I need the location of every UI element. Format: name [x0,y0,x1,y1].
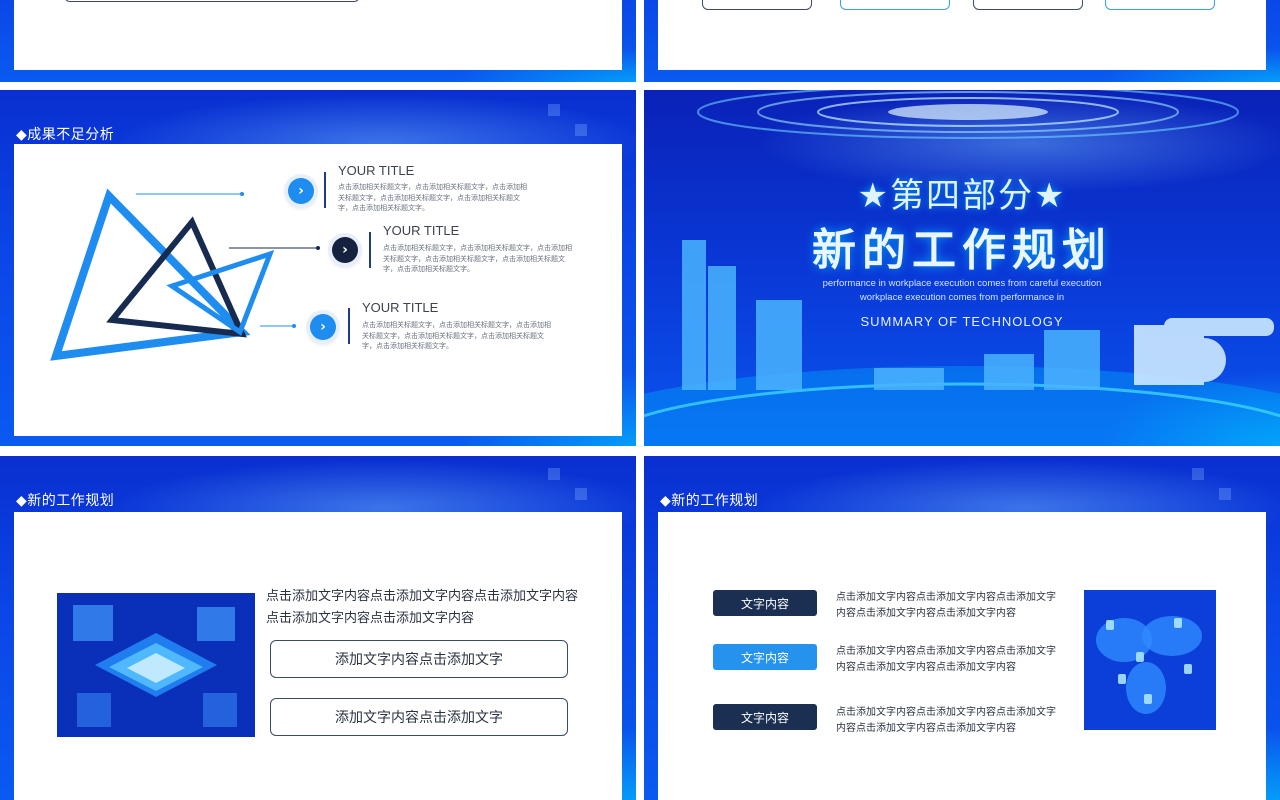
outline-button [1105,0,1215,10]
cover-title: 新的工作规划 [812,225,1112,276]
slide-thumbnail-6[interactable]: ◆新的工作规划 文字内容 点击添加文字内容点击添加文字内容点击添加文字 内容点击… [644,456,1280,800]
slide-thumbnail-5[interactable]: ◆新的工作规划 点击添加文字内容点击添加文字内容点击添加文字内容 点击添加文字内… [0,456,636,800]
row-label-pill: 文字内容 [713,704,817,730]
world-map-image [1084,590,1216,730]
row-text: 点击添加文字内容点击添加文字内容点击添加文字 内容点击添加文字内容点击添加文字内… [836,590,1076,622]
text-box-2: 添加文字内容点击添加文字 [270,698,568,736]
outline-button [702,0,812,10]
decor-square [575,488,587,500]
row-text: 点击添加文字内容点击添加文字内容点击添加文字 内容点击添加文字内容点击添加文字内… [836,705,1076,737]
row-text-line: 内容点击添加文字内容点击添加文字内容 [836,662,1016,673]
section-kicker: ★第四部分★ [857,176,1067,216]
isometric-tech-image [57,593,255,737]
divider [369,232,371,268]
decor-square [548,104,560,116]
section-title: ◆新的工作规划 [16,493,115,509]
cover-subtitle-line1: performance in workplace execution comes… [822,278,1102,289]
outline-button [840,0,950,10]
body-text-line2: 点击添加文字内容点击添加文字内容 [266,611,475,626]
content-panel [658,0,1266,70]
divider [324,172,326,208]
row-text-line: 点击添加文字内容点击添加文字内容点击添加文字 [836,646,1056,657]
row-label-pill: 文字内容 [713,644,817,670]
divider [348,308,350,344]
chevron-right-icon: › [288,178,314,204]
row-text: 点击添加文字内容点击添加文字内容点击添加文字 内容点击添加文字内容点击添加文字内… [836,644,1076,676]
item-title: YOUR TITLE [362,300,439,315]
item-text: 点击添加相关标题文字，点击添加相关标题文字，点击添加相关标题文字，点击添加相关标… [383,244,572,273]
body-text-line1: 点击添加文字内容点击添加文字内容点击添加文字内容 [266,589,579,604]
row-text-line: 点击添加文字内容点击添加文字内容点击添加文字 [836,592,1056,603]
decor-square [548,468,560,480]
chevron-right-icon: › [310,314,336,340]
item-title: YOUR TITLE [338,163,415,178]
cover-summary: SUMMARY OF TECHNOLOGY [860,314,1064,329]
cover-subtitle-line2: workplace execution comes from performan… [859,292,1065,303]
row-label-pill: 文字内容 [713,590,817,616]
chevron-right-icon: › [332,237,358,263]
outline-button [973,0,1083,10]
decor-square [575,124,587,136]
content-panel: › YOUR TITLE 点击添加相关标题文字，点击添加相关标题文字，点击添加相… [14,144,622,436]
content-panel: 点击添加文字内容点击添加文字内容点击添加文字内容 点击添加文字内容点击添加文字内… [14,512,622,800]
section-title: ◆成果不足分析 [16,127,115,143]
row-text-line: 点击添加文字内容点击添加文字内容点击添加文字 [836,707,1056,718]
slide-thumbnail-3[interactable]: ◆成果不足分析 › YOUR TITLE 点击添加相关标题文字，点击添加相关标题… [0,90,636,446]
content-panel: 文字内容 点击添加文字内容点击添加文字内容点击添加文字 内容点击添加文字内容点击… [658,512,1266,800]
section-title: ◆新的工作规划 [660,493,759,509]
item-text: 点击添加相关标题文字，点击添加相关标题文字，点击添加相关标题文字，点击添加相关标… [362,321,551,350]
slide-thumbnail-1[interactable] [0,0,636,82]
item-text: 点击添加相关标题文字，点击添加相关标题文字，点击添加相关标题文字，点击添加相关标… [338,183,527,212]
item-title: YOUR TITLE [383,223,460,238]
decor-square [1219,488,1231,500]
slide-thumbnail-4[interactable]: ★第四部分★ 新的工作规划 performance in workplace e… [644,90,1280,446]
slide-thumbnail-2[interactable] [644,0,1280,82]
row-text-line: 内容点击添加文字内容点击添加文字内容 [836,608,1016,619]
content-panel [14,0,622,70]
outline-button [64,0,360,2]
row-text-line: 内容点击添加文字内容点击添加文字内容 [836,723,1016,734]
decor-square [1192,468,1204,480]
text-box-1: 添加文字内容点击添加文字 [270,640,568,678]
